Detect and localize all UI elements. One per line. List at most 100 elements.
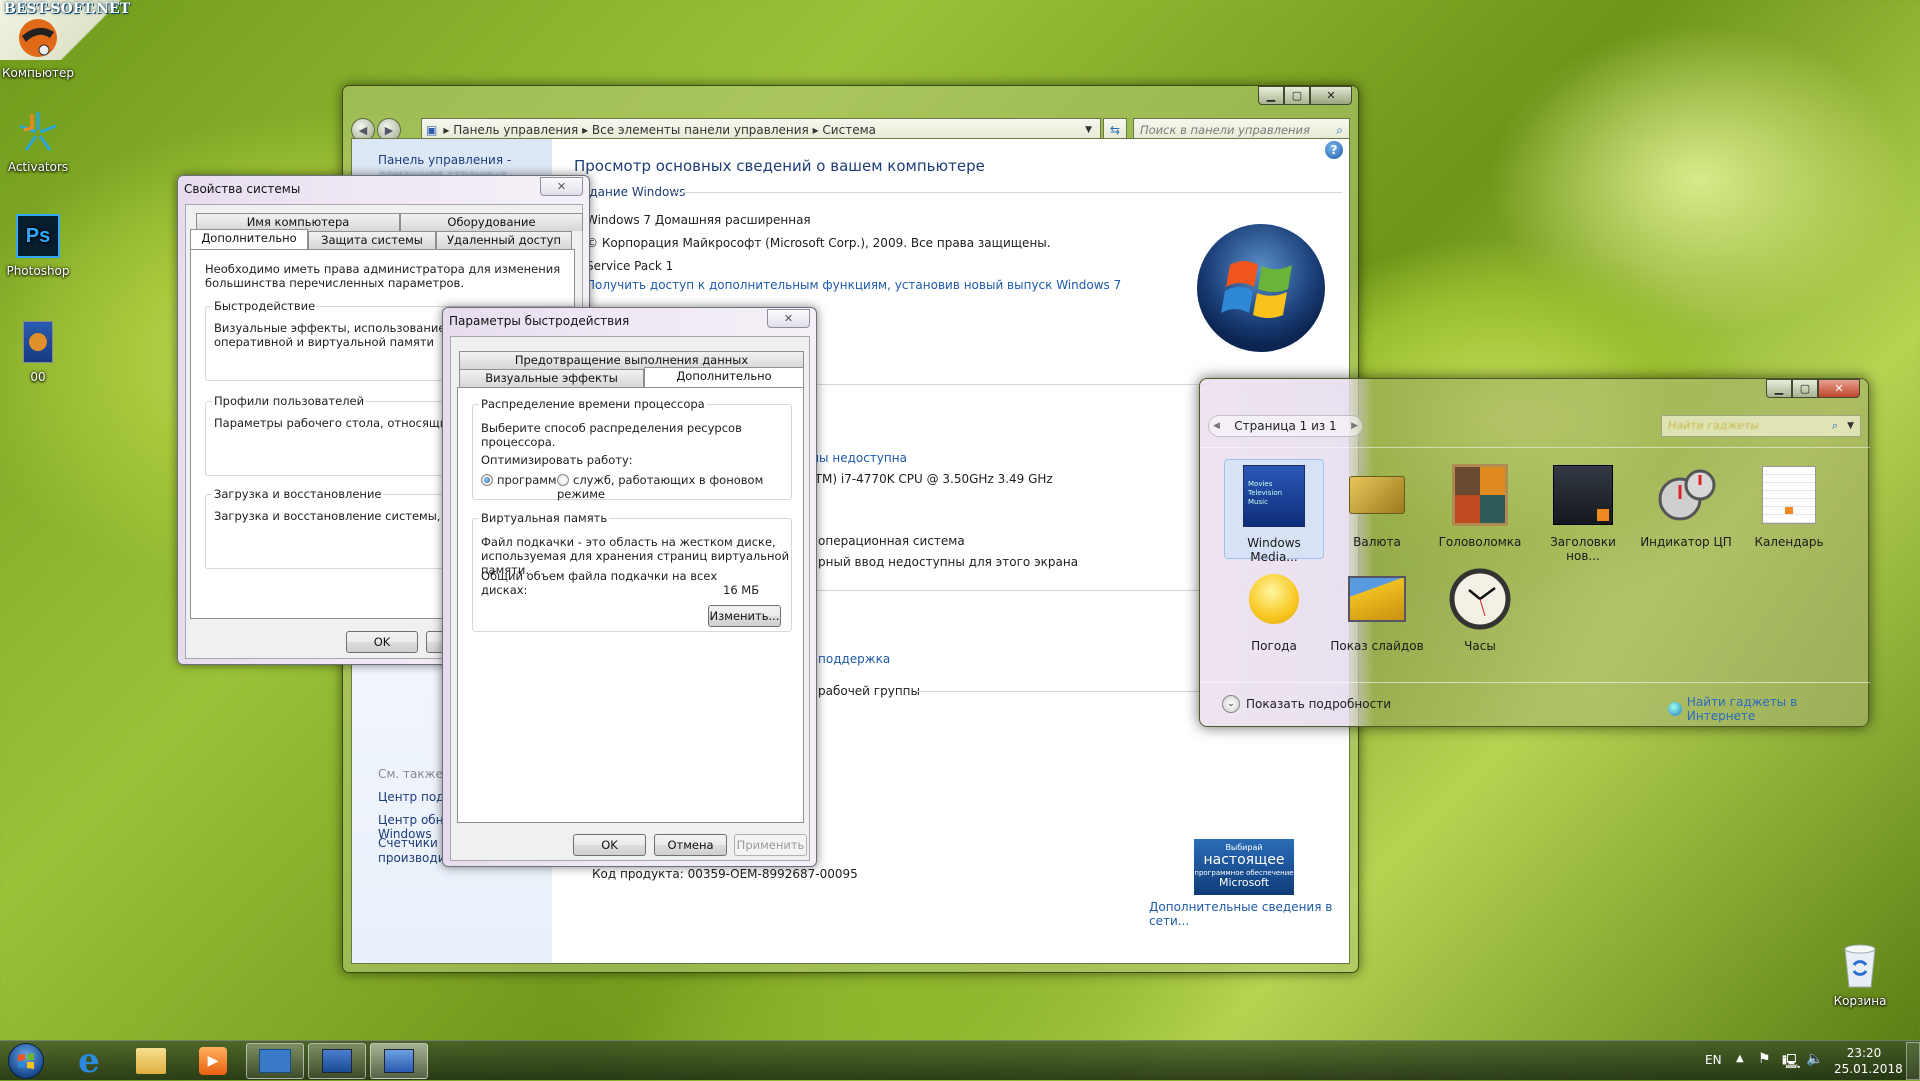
tab-remote-access[interactable]: Удаленный доступ [436, 231, 572, 249]
control-panel-icon: ▣ [426, 123, 438, 137]
minimize-button[interactable]: ▁ [1766, 379, 1792, 398]
show-desktop-button[interactable] [1906, 1042, 1920, 1080]
workgroup-section-title: рабочей группы [818, 684, 920, 698]
support-link[interactable]: поддержка [818, 652, 890, 666]
search-icon[interactable]: ⌕ [1832, 416, 1838, 436]
close-button[interactable]: ✕ [540, 177, 583, 196]
cancel-button[interactable]: Отмена [654, 834, 727, 856]
taskbar-internet-explorer[interactable]: e [60, 1041, 118, 1081]
window-controls: ▁ ▢ ✕ [1258, 86, 1352, 105]
desktop-icon-file[interactable]: 00 [0, 318, 76, 384]
radio-button[interactable] [557, 474, 569, 486]
network-icon[interactable]: 🖳 [1782, 1051, 1801, 1075]
group-title: Профили пользователей [212, 394, 367, 408]
clock[interactable]: 23:20 25.01.2018 [1834, 1045, 1903, 1077]
ok-button[interactable]: OK [573, 834, 646, 856]
taskbar-explorer[interactable] [122, 1043, 180, 1079]
chevron-right-icon: ▸ [578, 123, 592, 137]
upgrade-link[interactable]: Получить доступ к дополнительным функция… [586, 278, 1121, 292]
radio-background-services[interactable]: служб, работающих в фоновом режиме [557, 473, 791, 501]
tab-advanced[interactable]: Дополнительно [190, 229, 308, 249]
desktop-icon-label: Компьютер [2, 66, 74, 80]
chevron-right-icon: ▸ [443, 123, 454, 137]
calendar-icon [1757, 463, 1821, 527]
chevron-right-icon: ▸ [808, 123, 823, 137]
gadget-slideshow[interactable]: Показ слайдов [1327, 567, 1427, 653]
folder-icon [136, 1048, 166, 1074]
gadget-currency[interactable]: Валюта [1327, 463, 1427, 549]
close-button[interactable]: ✕ [1310, 86, 1352, 105]
breadcrumb-item[interactable]: Все элементы панели управления [592, 123, 809, 137]
action-center-flag-icon[interactable]: ⚑ [1758, 1051, 1771, 1067]
taskbar-media-player[interactable]: ▶ [184, 1043, 242, 1079]
vm-total-label-2: дисках: [481, 583, 528, 597]
gadget-clock[interactable]: Часы [1430, 567, 1530, 653]
start-button[interactable] [0, 1043, 52, 1079]
radio-programs[interactable]: программ [481, 473, 557, 487]
media-player-icon: ▶ [199, 1047, 227, 1075]
gadget-cpu-meter[interactable]: Индикатор ЦП [1636, 463, 1736, 549]
windows-logo [1194, 221, 1328, 355]
tab-visual-effects[interactable]: Визуальные эффекты [459, 369, 644, 387]
show-details-toggle[interactable]: ⌄ Показать подробности [1222, 695, 1391, 713]
divider [1200, 447, 1870, 448]
radio-label: программ [497, 473, 557, 487]
service-pack: Service Pack 1 [586, 259, 674, 273]
page-title: Просмотр основных сведений о вашем компь… [574, 157, 985, 175]
radio-button-checked[interactable] [481, 474, 493, 486]
tab-page-advanced: Распределение времени процессора Выберит… [457, 387, 804, 823]
gadget-weather[interactable]: Погода [1224, 567, 1324, 653]
desktop-icon-activators[interactable]: Activators [0, 108, 76, 174]
dialog-title: Свойства системы [184, 182, 301, 196]
volume-icon[interactable]: 🔈 [1806, 1051, 1823, 1067]
product-key: Код продукта: 00359-OEM-8992687-00095 [592, 867, 858, 881]
desktop-icon-recycle-bin[interactable]: Корзина [1822, 942, 1898, 1008]
previous-page-button[interactable]: ◀ [1213, 416, 1220, 436]
desktop-icon-computer[interactable]: Компьютер [0, 14, 76, 80]
ok-button[interactable]: OK [346, 631, 418, 653]
gadget-puzzle[interactable]: Головоломка [1430, 463, 1530, 549]
language-indicator[interactable]: EN [1705, 1053, 1722, 1067]
close-button[interactable]: ✕ [767, 309, 810, 328]
gadget-media-center[interactable]: Movies Television Music Windows Media... [1224, 459, 1324, 564]
edition-section-title: Издание Windows [574, 185, 686, 199]
rating-link[interactable]: мы недоступна [810, 451, 907, 465]
page-indicator: Страница 1 из 1 [1234, 419, 1337, 433]
breadcrumb-item[interactable]: Система [822, 123, 876, 137]
gadget-label: Windows Media... [1247, 536, 1301, 564]
change-button[interactable]: Изменить... [708, 605, 781, 627]
get-gadgets-online-link[interactable]: Найти гаджеты в Интернете [1668, 695, 1868, 723]
gadget-news[interactable]: Заголовки нов... [1533, 463, 1633, 563]
cpu-scheduling-group: Распределение времени процессора Выберит… [472, 397, 792, 501]
genuine-microsoft-badge[interactable]: Выбирай настоящее программное обеспечени… [1194, 839, 1294, 895]
minimize-button[interactable]: ▁ [1258, 86, 1284, 105]
next-page-button[interactable]: ▶ [1351, 416, 1358, 436]
taskbar: e ▶ EN ▲ ⚑ 🖳 🔈 23:20 25.01.2018 [0, 1040, 1920, 1081]
help-icon[interactable]: ? [1325, 141, 1343, 159]
maximize-button[interactable]: ▢ [1284, 86, 1310, 105]
gadgets-window: ▁ ▢ ✕ ◀ Страница 1 из 1 ▶ Найти гаджеты … [1199, 378, 1870, 727]
search-icon[interactable]: ⌕ [1336, 123, 1343, 138]
cpu-text: Выберите способ распределения ресурсов п… [481, 421, 742, 449]
taskbar-system-properties[interactable] [308, 1043, 366, 1079]
taskbar-control-panel[interactable] [246, 1043, 304, 1079]
link-label: Найти гаджеты в Интернете [1686, 695, 1798, 723]
maximize-button[interactable]: ▢ [1792, 379, 1818, 398]
gadget-search-input[interactable]: Найти гаджеты ⌕ ▼ [1661, 415, 1861, 437]
taskbar-performance-options[interactable] [370, 1043, 428, 1079]
performance-icon [384, 1049, 414, 1073]
more-info-link[interactable]: Дополнительные сведения в сети... [1149, 900, 1349, 928]
tab-advanced[interactable]: Дополнительно [644, 367, 804, 387]
show-hidden-icons-button[interactable]: ▲ [1736, 1053, 1744, 1064]
sidebar-home-link[interactable]: Панель управления - [378, 153, 511, 167]
breadcrumb-item[interactable]: Панель управления [453, 123, 578, 137]
chevron-down-icon[interactable]: ▼ [1085, 125, 1092, 135]
chevron-down-icon[interactable]: ▼ [1847, 416, 1854, 436]
gadget-label: Погода [1251, 639, 1297, 653]
tab-system-protection[interactable]: Защита системы [308, 231, 436, 249]
close-button[interactable]: ✕ [1818, 379, 1860, 398]
desktop-icon-photoshop[interactable]: Ps Photoshop [0, 212, 76, 278]
gadget-calendar[interactable]: Календарь [1739, 463, 1839, 549]
slideshow-icon [1345, 567, 1409, 631]
tab-hardware[interactable]: Оборудование [400, 213, 583, 231]
